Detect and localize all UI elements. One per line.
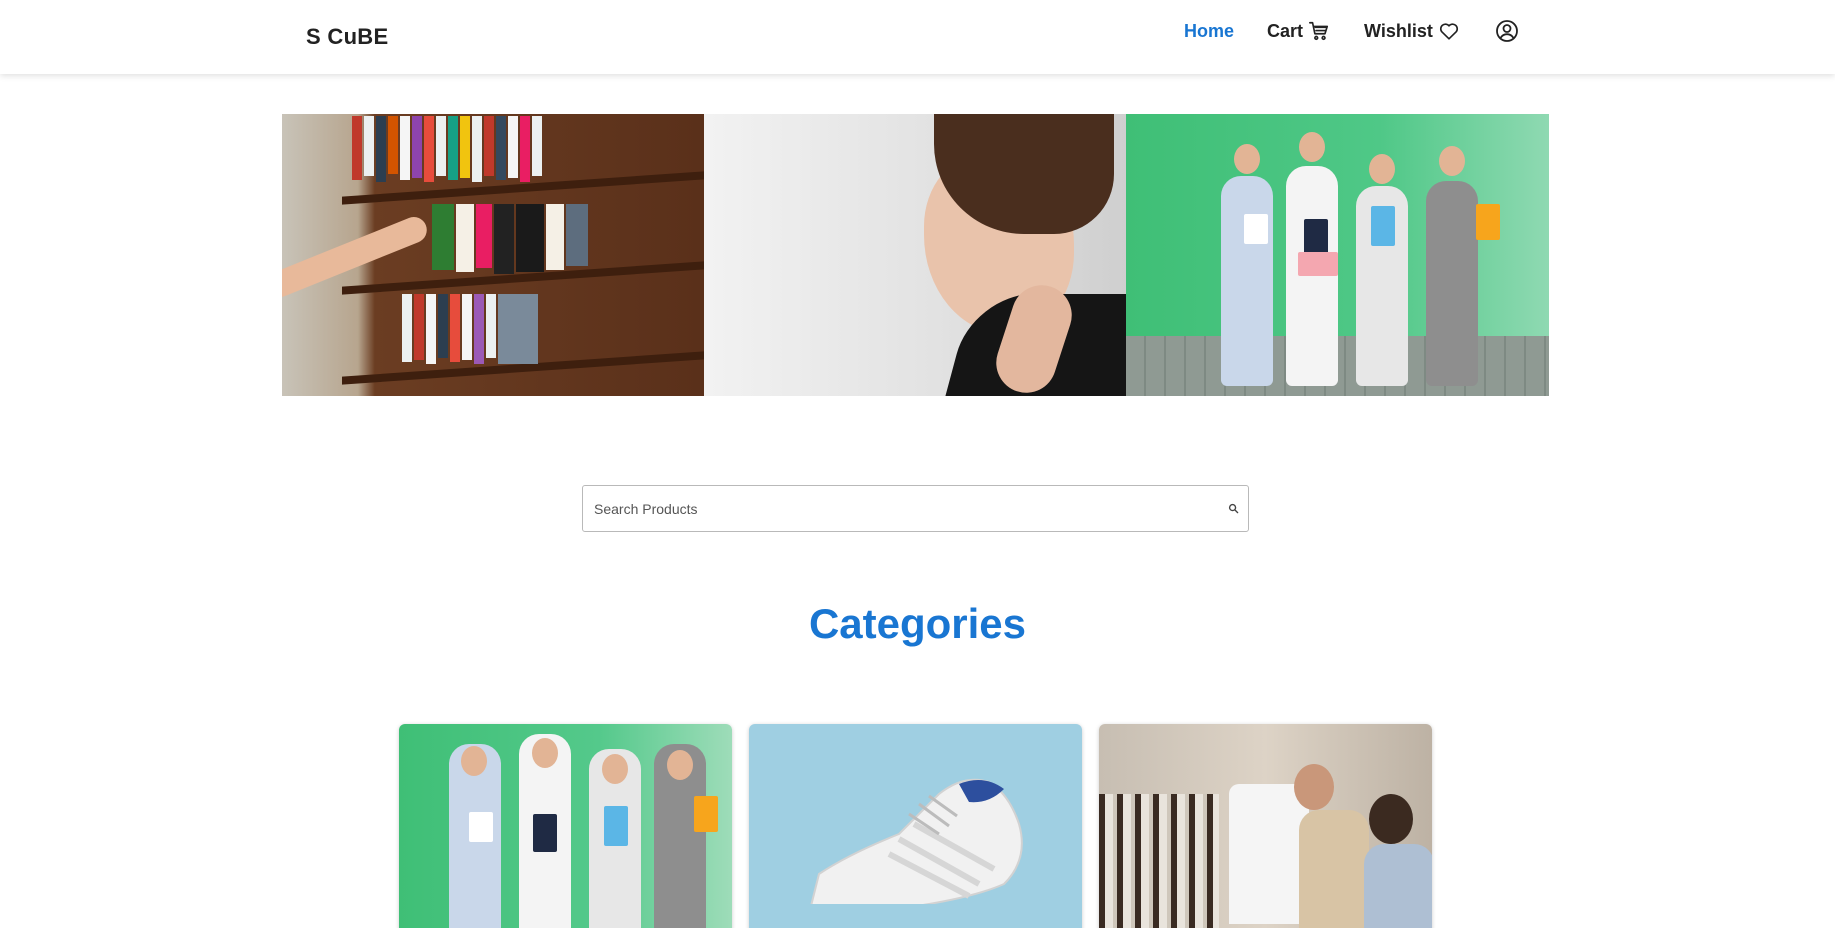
category-cards: [399, 724, 1432, 928]
customer-figure: [1364, 844, 1432, 928]
nav-wishlist-link[interactable]: Wishlist: [1364, 20, 1460, 42]
hero-image-shopping-friends: [1126, 114, 1550, 396]
nav-cart-label: Cart: [1267, 20, 1304, 41]
shopper-head: [1234, 144, 1261, 174]
shopper-head: [1299, 132, 1326, 162]
shopper-figure: [1221, 176, 1274, 386]
sneaker-image: [810, 778, 1023, 904]
shopping-bag: [1371, 206, 1396, 246]
category-card-shoes[interactable]: [749, 724, 1082, 928]
shopper-head: [602, 754, 628, 784]
brand-logo[interactable]: S CuBE: [306, 24, 388, 50]
user-circle-icon: [1495, 20, 1518, 42]
hero-banner: [282, 114, 1550, 396]
shopping-bag: [694, 796, 718, 832]
heart-icon: [1439, 23, 1458, 40]
shopping-bag: [1476, 204, 1501, 240]
clothing-rack: [1099, 794, 1219, 928]
shopper-head: [532, 738, 558, 768]
shop-assistant-figure: [1299, 810, 1369, 928]
shopping-bag: [533, 814, 557, 852]
nav-cart-link[interactable]: Cart: [1267, 20, 1330, 42]
hero-image-jewelry-model: [703, 114, 1127, 396]
nav-wishlist-label: Wishlist: [1364, 20, 1433, 41]
shopping-bag: [469, 812, 493, 842]
book-row: [432, 204, 590, 274]
shopper-head: [1439, 146, 1466, 176]
cart-icon: [1309, 21, 1329, 41]
search-icon[interactable]: [1218, 503, 1248, 514]
shopping-bag: [1304, 219, 1329, 255]
nav-links: Home Cart Wishlist: [1184, 18, 1519, 44]
search-bar: [582, 485, 1249, 532]
shopping-bag: [1298, 252, 1339, 276]
nav-home-label: Home: [1184, 20, 1235, 41]
category-card-apparel[interactable]: [1099, 724, 1432, 928]
shopping-bag: [604, 806, 628, 846]
shopping-bag: [1244, 214, 1269, 244]
categories-heading: Categories: [808, 600, 1027, 647]
customer-head: [1369, 794, 1413, 844]
search-input[interactable]: [583, 486, 1218, 531]
profile-button[interactable]: [1495, 19, 1519, 43]
shopper-head: [1369, 154, 1396, 184]
shopper-figure: [1286, 166, 1339, 386]
category-card-clothing[interactable]: [399, 724, 732, 928]
shopper-figure: [1426, 181, 1479, 386]
shopper-head: [667, 750, 693, 780]
book-row: [402, 294, 540, 364]
shop-assistant-head: [1294, 764, 1334, 810]
book-row: [352, 116, 544, 182]
navbar: S CuBE Home Cart Wishlist: [0, 0, 1835, 74]
nav-home-link[interactable]: Home: [1184, 21, 1234, 42]
shirt-on-hanger: [1229, 784, 1309, 924]
shopper-head: [461, 746, 487, 776]
hero-image-bookshelf: [282, 114, 704, 396]
